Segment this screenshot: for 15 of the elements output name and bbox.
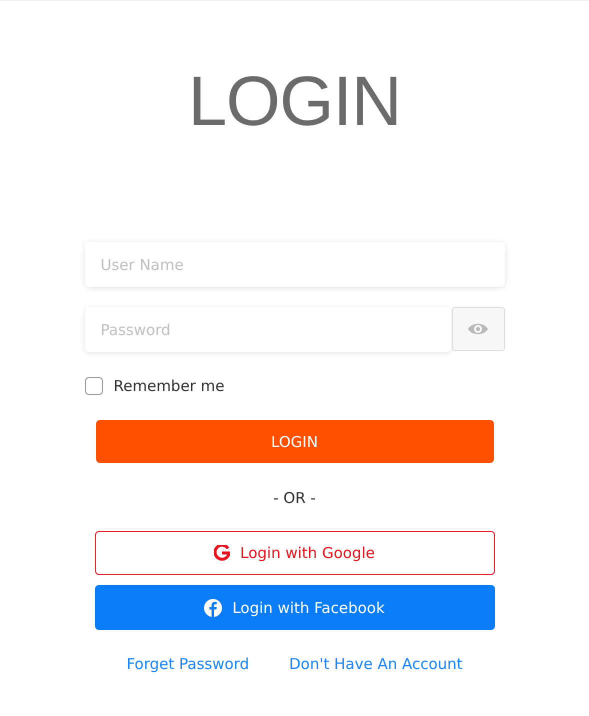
or-separator: - OR -	[272, 488, 317, 508]
username-field[interactable]: User Name	[84, 242, 504, 287]
show-password-button[interactable]	[452, 307, 504, 351]
remember-checkbox[interactable]	[84, 377, 102, 395]
google-icon	[214, 545, 230, 561]
text-link[interactable]: Forget Password	[126, 654, 250, 674]
password-field[interactable]: Password	[84, 307, 450, 352]
page-title: LOGIN	[188, 61, 401, 141]
eye-icon	[468, 322, 488, 336]
google-login-button[interactable]: Login with Google	[94, 531, 494, 575]
text-link[interactable]: Don't Have An Account	[289, 654, 463, 674]
login-button[interactable]: LOGIN	[96, 420, 494, 463]
remember-label: Remember me	[114, 377, 224, 395]
facebook-login-button[interactable]: Login with Facebook	[94, 585, 494, 630]
facebook-icon	[204, 598, 222, 616]
